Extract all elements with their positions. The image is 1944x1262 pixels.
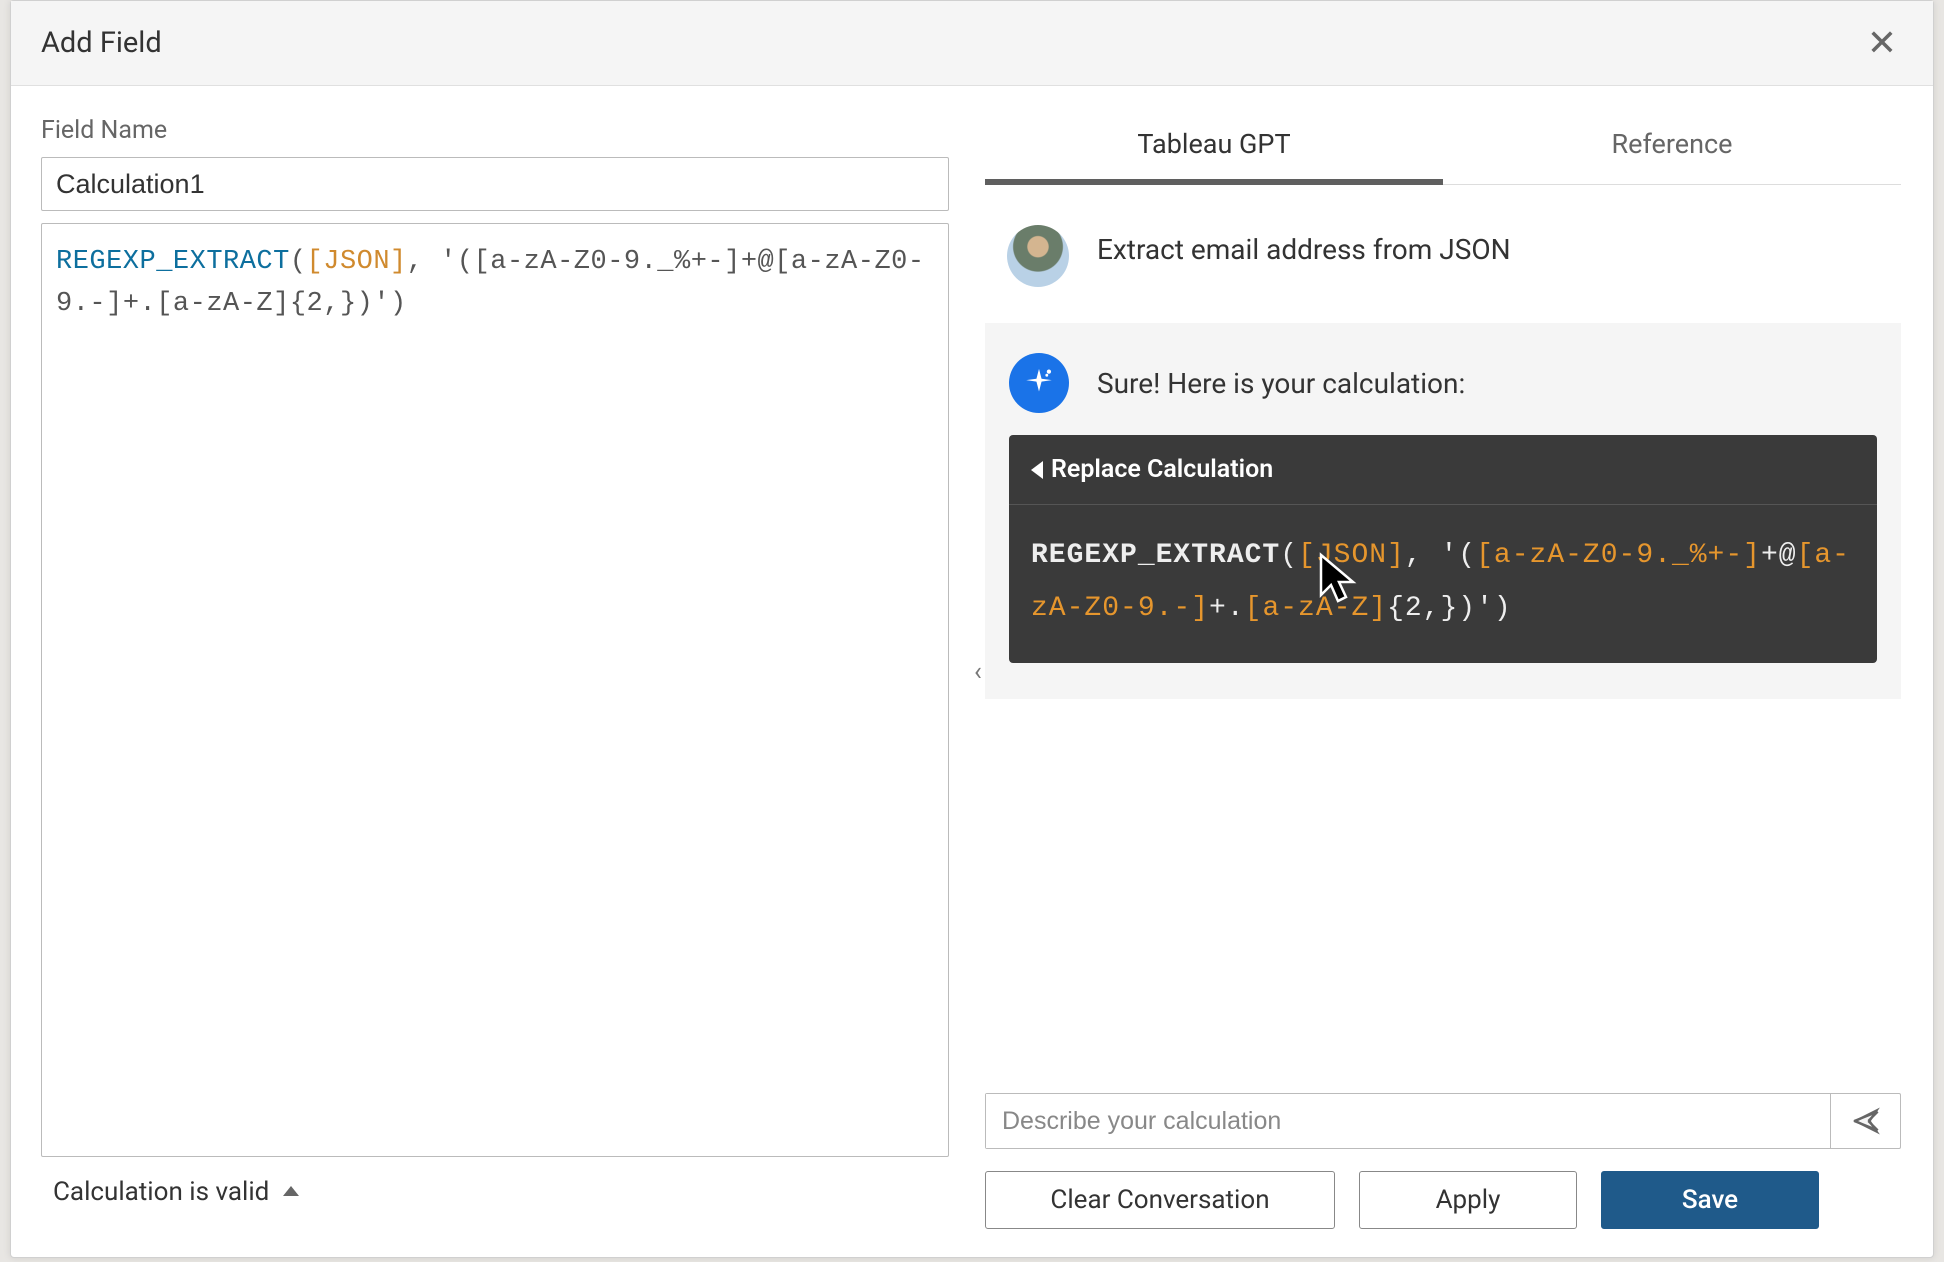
left-pane: Field Name REGEXP_EXTRACT([JSON], '([a-z… xyxy=(11,86,959,1257)
user-message-text: Extract email address from JSON xyxy=(1097,225,1511,266)
button-row: Clear Conversation Apply Save xyxy=(985,1171,1901,1229)
right-pane: Tableau GPT Reference Extract email addr… xyxy=(959,86,1933,1257)
save-button[interactable]: Save xyxy=(1601,1171,1819,1229)
replace-calculation-button[interactable]: Replace Calculation xyxy=(1009,435,1877,505)
token-function: REGEXP_EXTRACT xyxy=(56,247,290,277)
close-button[interactable]: ✕ xyxy=(1861,19,1903,67)
apply-button[interactable]: Apply xyxy=(1359,1171,1577,1229)
tabs: Tableau GPT Reference xyxy=(985,106,1901,185)
chat-area: Extract email address from JSON Sure! He… xyxy=(985,213,1901,1093)
modal-title: Add Field xyxy=(41,26,162,60)
clear-conversation-button[interactable]: Clear Conversation xyxy=(985,1171,1335,1229)
suggested-calculation-block: Replace Calculation REGEXP_EXTRACT([JSON… xyxy=(1009,435,1877,663)
ai-sparkle-icon xyxy=(1009,353,1069,413)
prompt-input[interactable] xyxy=(986,1094,1830,1148)
prompt-row xyxy=(985,1093,1901,1149)
ai-message-header: Sure! Here is your calculation: xyxy=(1009,353,1877,413)
ai-intro-text: Sure! Here is your calculation: xyxy=(1097,367,1465,400)
calculation-editor[interactable]: REGEXP_EXTRACT([JSON], '([a-zA-Z0-9._%+-… xyxy=(41,223,949,1157)
chat-user-message: Extract email address from JSON xyxy=(985,213,1901,323)
user-avatar xyxy=(1007,225,1069,287)
field-name-input[interactable] xyxy=(41,157,949,211)
collapse-panel-button[interactable]: ‹ xyxy=(966,649,990,695)
chat-ai-message: Sure! Here is your calculation: Replace … xyxy=(985,323,1901,699)
close-icon: ✕ xyxy=(1867,22,1897,64)
modal-body: Field Name REGEXP_EXTRACT([JSON], '([a-z… xyxy=(11,86,1933,1257)
tab-tableau-gpt[interactable]: Tableau GPT xyxy=(985,106,1443,184)
chevron-left-icon: ‹ xyxy=(974,657,982,687)
token-field: [JSON] xyxy=(307,247,407,277)
replace-calculation-label: Replace Calculation xyxy=(1051,455,1273,484)
send-icon xyxy=(1852,1107,1880,1135)
send-button[interactable] xyxy=(1830,1094,1900,1148)
add-field-modal: Add Field ✕ Field Name REGEXP_EXTRACT([J… xyxy=(10,0,1934,1258)
tab-reference[interactable]: Reference xyxy=(1443,106,1901,184)
suggested-calculation-code: REGEXP_EXTRACT([JSON], '([a-zA-Z0-9._%+-… xyxy=(1009,505,1877,663)
status-row[interactable]: Calculation is valid xyxy=(41,1157,929,1227)
chevron-up-icon xyxy=(283,1186,299,1196)
modal-header: Add Field ✕ xyxy=(11,1,1933,86)
field-name-label: Field Name xyxy=(41,116,929,145)
validation-status: Calculation is valid xyxy=(53,1177,269,1207)
triangle-left-icon xyxy=(1031,461,1043,479)
